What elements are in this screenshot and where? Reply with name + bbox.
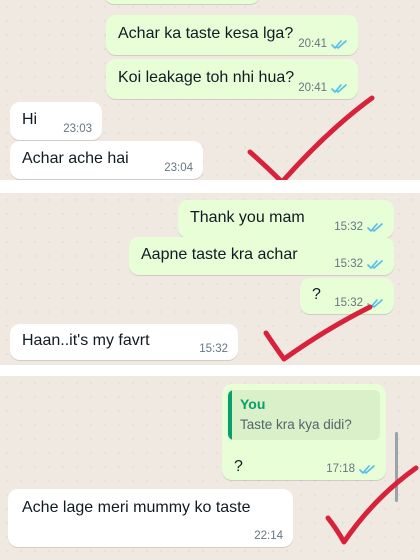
- message-meta: 15:32: [334, 221, 384, 233]
- chat-panel-3: You Taste kra kya didi? ? 17:18 Ache lag…: [0, 376, 420, 560]
- message-time: 15:32: [334, 221, 363, 233]
- message-text: Achar ka taste kesa lga?: [118, 25, 294, 43]
- read-receipt-icon: [367, 222, 383, 232]
- message-time: 15:32: [199, 343, 228, 355]
- message-time: 15:32: [334, 258, 363, 270]
- message-meta: 20:41: [298, 38, 348, 50]
- quote-accent-bar: [228, 390, 232, 440]
- message-bubble-outgoing[interactable]: Aapne taste kra achar 15:32: [129, 237, 394, 275]
- message-meta: 15:32: [334, 258, 384, 270]
- message-meta: 22:14: [254, 530, 283, 542]
- message-time: 20:41: [298, 38, 327, 50]
- message-text: Thank you mam: [190, 209, 305, 227]
- check-mark-annotation: [263, 304, 373, 362]
- quoted-message[interactable]: You Taste kra kya didi?: [228, 390, 380, 440]
- message-bubble-incoming[interactable]: Haan..it's my favrt 15:32: [10, 324, 238, 360]
- message-bubble-partial[interactable]: [104, 0, 260, 4]
- message-bubble-outgoing[interactable]: Achar ka taste kesa lga? 20:41: [106, 15, 358, 55]
- message-meta: 23:03: [63, 123, 92, 135]
- message-time: 23:04: [164, 162, 193, 174]
- message-meta: 23:04: [164, 162, 193, 174]
- message-time: 22:14: [254, 530, 283, 542]
- message-text: Aapne taste kra achar: [141, 246, 298, 264]
- check-mark-annotation: [247, 95, 375, 180]
- message-bubble-outgoing[interactable]: Thank you mam 15:32: [178, 200, 394, 238]
- message-text: Ache lage meri mummy ko taste: [22, 499, 251, 516]
- message-text: Koi leakage toh nhi hua?: [118, 69, 295, 87]
- message-text: Hi: [22, 111, 38, 129]
- quote-text: Taste kra kya didi?: [240, 417, 352, 432]
- message-bubble-incoming[interactable]: Ache lage meri mummy ko taste 22:14: [8, 489, 293, 547]
- quote-author: You: [240, 396, 266, 412]
- read-receipt-icon: [367, 259, 383, 269]
- check-mark-annotation: [325, 465, 419, 545]
- message-meta: 15:32: [199, 343, 228, 355]
- chat-panel-2: Thank you mam 15:32 Aapne taste kra acha…: [0, 193, 420, 365]
- message-time: 23:03: [63, 123, 92, 135]
- message-bubble-incoming[interactable]: Hi 23:03: [10, 102, 102, 140]
- message-text: Haan..it's my favrt: [22, 332, 150, 350]
- chat-panel-1: Achar ka taste kesa lga? 20:41 Koi leaka…: [0, 0, 420, 180]
- message-text: Achar ache hai: [22, 150, 129, 168]
- message-bubble-incoming[interactable]: Achar ache hai 23:04: [10, 141, 203, 179]
- message-text: ?: [234, 458, 243, 475]
- read-receipt-icon: [331, 39, 347, 49]
